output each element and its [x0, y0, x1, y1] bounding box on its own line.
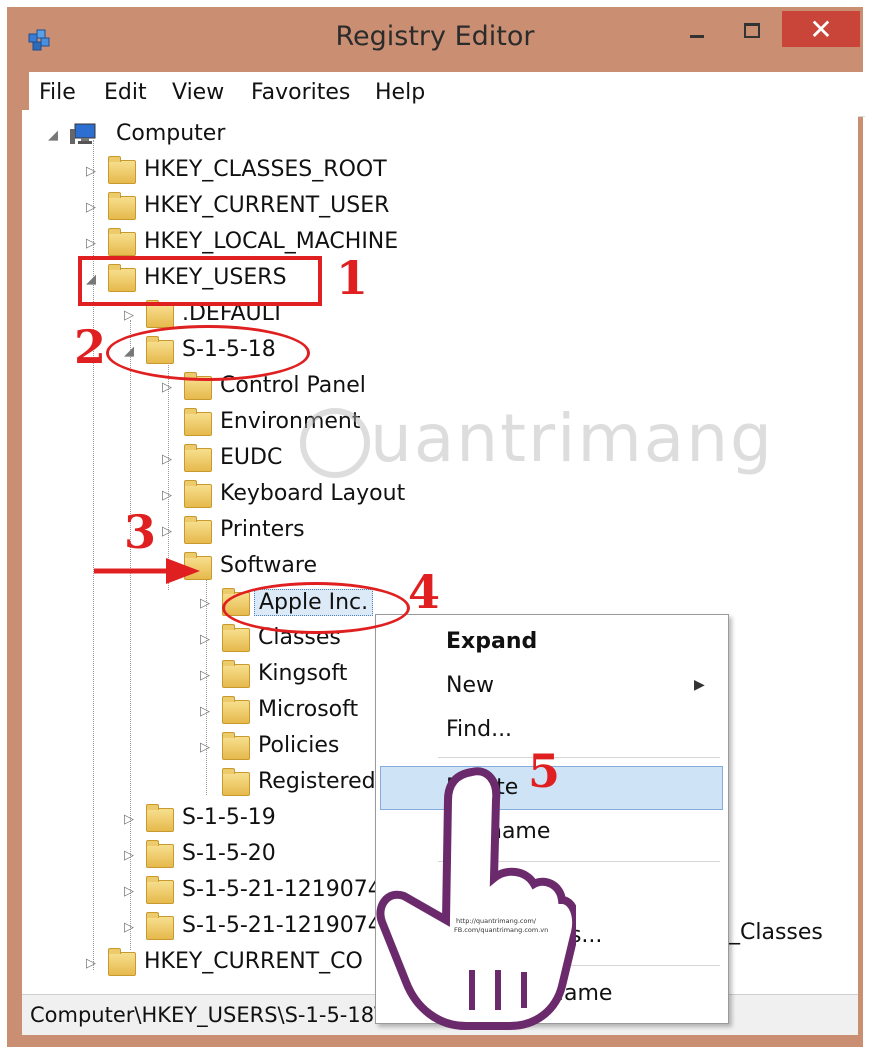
menu-file[interactable]: File	[39, 80, 76, 105]
folder-icon	[222, 696, 250, 724]
tree-node-hkey-current-user[interactable]: ▷ HKEY_CURRENT_USER	[86, 192, 426, 226]
tree-label: Policies	[258, 733, 340, 758]
collapse-arrow-icon[interactable]: ◢	[48, 128, 60, 143]
folder-icon	[222, 768, 250, 796]
tree-label: Microsoft	[258, 697, 359, 722]
expand-arrow-icon[interactable]: ▷	[162, 488, 174, 503]
tree-label: HKEY_CLASSES_ROOT	[144, 157, 387, 182]
expand-arrow-icon[interactable]: ▷	[200, 740, 212, 755]
folder-icon	[222, 660, 250, 688]
folder-icon	[146, 300, 174, 328]
expand-arrow-icon[interactable]: ▷	[86, 236, 98, 251]
tree-node-s-1-5-20[interactable]: ▷ S-1-5-20	[124, 840, 374, 874]
tree-node-computer[interactable]: ◢ Computer	[48, 120, 348, 154]
expand-arrow-icon[interactable]: ▷	[162, 524, 174, 539]
tree-node-policies[interactable]: ▷ Policies	[200, 732, 390, 766]
expand-arrow-icon[interactable]: ▷	[200, 596, 212, 611]
annotation-ellipse-s-1-5-18	[106, 325, 310, 381]
annotation-box-hkey-users	[78, 256, 322, 306]
context-new[interactable]: New	[446, 673, 494, 698]
tree-node-registered[interactable]: Registered	[200, 768, 390, 802]
annotation-number-4: 4	[408, 565, 441, 619]
expand-arrow-icon[interactable]: ▷	[124, 812, 136, 827]
tree-node-microsoft[interactable]: ▷ Microsoft	[200, 696, 390, 730]
expand-arrow-icon[interactable]: ▷	[86, 956, 98, 971]
expand-arrow-icon[interactable]: ▷	[124, 920, 136, 935]
menu-separator	[438, 757, 720, 758]
folder-icon	[184, 480, 212, 508]
maximize-button[interactable]	[727, 7, 775, 45]
context-find[interactable]: Find...	[446, 717, 512, 742]
tree-label: S-1-5-21-1219074	[182, 913, 382, 938]
folder-icon	[108, 228, 136, 256]
annotation-number-3: 3	[124, 505, 157, 559]
annotation-arrow-icon	[94, 558, 200, 584]
context-expand[interactable]: Expand	[446, 629, 537, 654]
menu-help[interactable]: Help	[375, 80, 425, 105]
expand-arrow-icon[interactable]: ▷	[124, 848, 136, 863]
expand-arrow-icon[interactable]: ▷	[162, 380, 174, 395]
tree-node-s-1-5-21-a[interactable]: ▷ S-1-5-21-1219074	[124, 876, 382, 910]
tree-node-printers[interactable]: ▷ Printers	[162, 516, 422, 550]
close-button[interactable]: ✕	[782, 11, 860, 47]
tree-node-hkey-current-config[interactable]: ▷ HKEY_CURRENT_CO	[86, 948, 376, 982]
folder-icon	[222, 732, 250, 760]
expand-arrow-icon[interactable]: ▷	[200, 632, 212, 647]
tree-label: Kingsoft	[258, 661, 348, 686]
folder-icon	[222, 624, 250, 652]
folder-icon	[146, 876, 174, 904]
svg-text:FB.com/quantrimang.com.vn: FB.com/quantrimang.com.vn	[454, 926, 548, 934]
tree-node-kingsoft[interactable]: ▷ Kingsoft	[200, 660, 390, 694]
svg-text:http://quantrimang.com/: http://quantrimang.com/	[456, 917, 537, 925]
tree-label: EUDC	[220, 445, 283, 470]
tree-label: Software	[220, 553, 317, 578]
tree-label: HKEY_CURRENT_CO	[144, 949, 363, 974]
tree-label: Computer	[116, 121, 226, 146]
pointing-hand-icon: http://quantrimang.com/ FB.com/quantrima…	[376, 767, 576, 1030]
folder-icon	[146, 804, 174, 832]
menu-edit[interactable]: Edit	[104, 80, 147, 105]
folder-icon	[146, 840, 174, 868]
tree-label: Keyboard Layout	[220, 481, 406, 506]
tree-label: Printers	[220, 517, 305, 542]
tree-node-keyboard-layout[interactable]: ▷ Keyboard Layout	[162, 480, 462, 514]
folder-icon	[108, 192, 136, 220]
menu-view[interactable]: View	[172, 80, 224, 105]
expand-arrow-icon[interactable]: ▷	[86, 200, 98, 215]
watermark-logo-icon	[300, 407, 370, 478]
expand-arrow-icon[interactable]: ▷	[86, 164, 98, 179]
expand-arrow-icon[interactable]: ▷	[162, 452, 174, 467]
watermark: uantrimang	[300, 400, 774, 478]
tree-node-s-1-5-19[interactable]: ▷ S-1-5-19	[124, 804, 374, 838]
annotation-number-2: 2	[74, 320, 107, 374]
tree-label: HKEY_CURRENT_USER	[144, 193, 390, 218]
expand-arrow-icon[interactable]: ▷	[124, 308, 136, 323]
folder-icon	[184, 408, 212, 436]
tree-label: S-1-5-19	[182, 805, 276, 830]
folder-icon	[108, 948, 136, 976]
annotation-ellipse-apple-inc	[222, 582, 410, 634]
expand-arrow-icon[interactable]: ▷	[200, 668, 212, 683]
menu-favorites[interactable]: Favorites	[251, 80, 350, 105]
close-icon: ✕	[809, 13, 833, 46]
folder-icon	[146, 912, 174, 940]
title-bar: Registry Editor ✕	[7, 7, 863, 69]
folder-icon	[184, 444, 212, 472]
annotation-number-1: 1	[336, 251, 369, 305]
tree-label: Registered	[258, 769, 376, 794]
expand-arrow-icon[interactable]: ▷	[200, 704, 212, 719]
tree-node-hkey-classes-root[interactable]: ▷ HKEY_CLASSES_ROOT	[86, 156, 426, 190]
folder-icon	[184, 516, 212, 544]
expand-arrow-icon[interactable]: ▷	[124, 884, 136, 899]
tree-node-s-1-5-21-b[interactable]: ▷ S-1-5-21-1219074	[124, 912, 382, 946]
tree-label: S-1-5-21-1219074	[182, 877, 382, 902]
computer-icon	[70, 123, 96, 144]
tree-label-classes-suffix: _Classes	[729, 920, 823, 945]
minimize-button[interactable]	[672, 7, 720, 45]
submenu-arrow-icon: ▶	[694, 677, 705, 693]
folder-icon	[108, 156, 136, 184]
tree-label: S-1-5-20	[182, 841, 276, 866]
